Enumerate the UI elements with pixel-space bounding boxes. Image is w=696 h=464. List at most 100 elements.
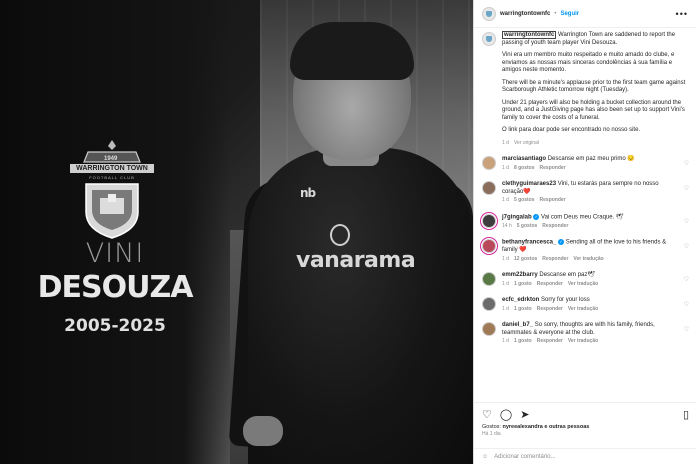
comment-avatar[interactable]	[482, 213, 496, 228]
comment-text: Descanse em paz🕊	[539, 272, 596, 279]
caption-text-3: There will be a minute's applause prior …	[502, 79, 686, 94]
reply-button[interactable]: Responder	[537, 338, 563, 346]
comment-likes[interactable]: 5 gostos	[514, 197, 535, 205]
comment-avatar[interactable]	[482, 239, 496, 254]
comment-text: Sorry for your loss	[541, 297, 590, 304]
memorial-last-name: DESOUZA	[37, 270, 194, 305]
caption-text-2: Vini era um membro muito respeitado e mu…	[502, 52, 675, 73]
comment-username[interactable]: marciasantiago	[502, 156, 546, 162]
comment-likes[interactable]: 1 gosto	[514, 281, 532, 289]
comment-body: daniel_b7_ So sorry, thoughts are with h…	[502, 322, 689, 346]
follow-button[interactable]: Seguir	[560, 11, 579, 17]
see-translation-button[interactable]: Ver tradução	[568, 281, 598, 289]
caption-time: 1 d	[502, 139, 509, 146]
post-header: warringtontownfc • Seguir •••	[474, 0, 696, 28]
share-icon[interactable]: ➤	[520, 408, 529, 421]
reply-button[interactable]: Responder	[542, 223, 568, 231]
comment-thread: marciasantiago Descanse em paz meu primo…	[482, 156, 689, 346]
comment-item: daniel_b7_ So sorry, thoughts are with h…	[482, 322, 689, 346]
comment-text: Descanse em paz meu primo 😔	[547, 156, 635, 162]
comment-item: ecfc_edrkton Sorry for your loss 1 d 1 gos…	[482, 297, 689, 313]
comment-username[interactable]: ecfc_edrkton	[502, 297, 539, 303]
comment-body: clethyguimaraes23 Vini, tu estarás para …	[502, 181, 689, 205]
comment-item: bethanyfrancesca_ ✓ Sending all of the l…	[482, 239, 689, 263]
likes-users[interactable]: nyreealexandra e outras pessoas	[502, 424, 589, 430]
comment-likes[interactable]: 8 gostos	[514, 165, 535, 173]
comment-meta: 14 h 5 gostos Responder	[502, 223, 677, 231]
comment-item: clethyguimaraes23 Vini, tu estarás para …	[482, 181, 689, 205]
see-translation-button[interactable]: Ver tradução	[568, 306, 598, 314]
player-hand	[243, 416, 283, 446]
comment-username[interactable]: emm22barry	[502, 272, 538, 278]
post-side-panel: warringtontownfc • Seguir ••• warrington…	[473, 0, 696, 464]
comment-icon[interactable]: ◯	[500, 408, 512, 421]
comments-list[interactable]: warringtontownfc Warrington Town are sad…	[474, 28, 696, 402]
player-shirt	[248, 148, 473, 464]
comment-time: 14 h	[502, 222, 512, 229]
crest-year: 1949	[104, 156, 118, 162]
comment-time: 1 d	[502, 164, 509, 171]
crest-shield-icon	[83, 140, 141, 239]
bookmark-icon[interactable]: ▯	[683, 408, 689, 421]
reply-button[interactable]: Responder	[540, 197, 566, 205]
comment-item: emm22barry Descanse em paz🕊 1 d 1 gosto Res…	[482, 272, 689, 288]
account-avatar[interactable]	[482, 6, 496, 21]
comment-likes[interactable]: 1 gosto	[514, 306, 532, 314]
reply-button[interactable]: Responder	[537, 306, 563, 314]
post-image[interactable]: 1949 WARRINGTON TOWN FOOTBALL CLUB VINI …	[0, 0, 473, 464]
comment-like-heart-icon[interactable]: ♡	[684, 185, 689, 192]
comment-likes[interactable]: 12 gostos	[514, 256, 537, 264]
comment-likes[interactable]: 5 gostos	[517, 223, 538, 231]
comment-item: marciasantiago Descanse em paz meu primo…	[482, 156, 689, 172]
comment-avatar[interactable]	[482, 181, 496, 195]
caption-username[interactable]: warringtontownfc	[502, 31, 557, 39]
see-translation-button[interactable]: Ver tradução	[573, 256, 603, 264]
comment-avatar[interactable]	[482, 297, 496, 312]
comment-username[interactable]: bethanyfrancesca_	[502, 240, 556, 246]
comment-meta: 1 d 12 gostos Responder Ver tradução	[502, 256, 677, 264]
comment-avatar[interactable]	[482, 322, 496, 337]
comment-body: emm22barry Descanse em paz🕊 1 d 1 gosto Res…	[502, 272, 689, 288]
caption-avatar[interactable]	[482, 32, 496, 46]
comment-avatar[interactable]	[482, 156, 496, 170]
comment-meta: 1 d 8 gostos Responder	[502, 165, 677, 173]
emoji-icon[interactable]: ☺	[482, 454, 488, 460]
add-comment-input[interactable]: Adicionar comentário...	[494, 454, 555, 460]
comment-like-heart-icon[interactable]: ♡	[684, 160, 689, 167]
reply-button[interactable]: Responder	[542, 256, 568, 264]
comment-like-heart-icon[interactable]: ♡	[684, 218, 689, 225]
shirt-brand-logo: nb	[300, 186, 316, 200]
comment-like-heart-icon[interactable]: ♡	[684, 276, 689, 283]
comment-body: j7gingalab ✓ Vai com Deus meu Craque. 🕊 1…	[502, 213, 689, 231]
comment-like-heart-icon[interactable]: ♡	[684, 326, 689, 333]
more-options-icon[interactable]: •••	[676, 9, 688, 19]
comment-like-heart-icon[interactable]: ♡	[684, 243, 689, 250]
shirt-sponsor: vanarama	[296, 248, 416, 273]
verified-badge-icon: ✓	[558, 239, 565, 246]
comment-time: 1 d	[502, 280, 509, 287]
comment-likes[interactable]: 1 gosto	[514, 338, 532, 346]
club-crest: 1949 WARRINGTON TOWN FOOTBALL CLUB	[70, 138, 154, 242]
account-username[interactable]: warringtontownfc	[500, 11, 550, 17]
comment-time: 1 d	[502, 255, 509, 262]
comment-meta: 1 d 5 gostos Responder	[502, 197, 677, 205]
comment-username[interactable]: daniel_b7_	[502, 322, 533, 328]
comment-username[interactable]: clethyguimaraes23	[502, 181, 556, 187]
caption-text-4: Under 21 players will also be holding a …	[502, 99, 685, 121]
comment-body: bethanyfrancesca_ ✓ Sending all of the l…	[502, 239, 689, 263]
reply-button[interactable]: Responder	[537, 281, 563, 289]
likes-summary: Gostos: nyreealexandra e outras pessoas	[482, 424, 689, 430]
memorial-years: 2005-2025	[64, 316, 166, 336]
see-translation-button[interactable]: Ver tradução	[568, 338, 598, 346]
heart-icon[interactable]: ♡	[482, 408, 492, 421]
comment-avatar[interactable]	[482, 272, 496, 287]
likes-prefix: Gostos:	[482, 424, 501, 430]
comment-like-heart-icon[interactable]: ♡	[684, 301, 689, 308]
reply-button[interactable]: Responder	[540, 165, 566, 173]
see-original-link[interactable]: Ver original	[514, 140, 539, 148]
comment-body: marciasantiago Descanse em paz meu primo…	[502, 156, 689, 172]
crest-subtitle: FOOTBALL CLUB	[89, 175, 135, 180]
add-comment-bar: ☺ Adicionar comentário...	[474, 448, 696, 464]
comment-username[interactable]: j7gingalab	[502, 214, 532, 220]
instagram-post-modal: 1949 WARRINGTON TOWN FOOTBALL CLUB VINI …	[0, 0, 696, 464]
